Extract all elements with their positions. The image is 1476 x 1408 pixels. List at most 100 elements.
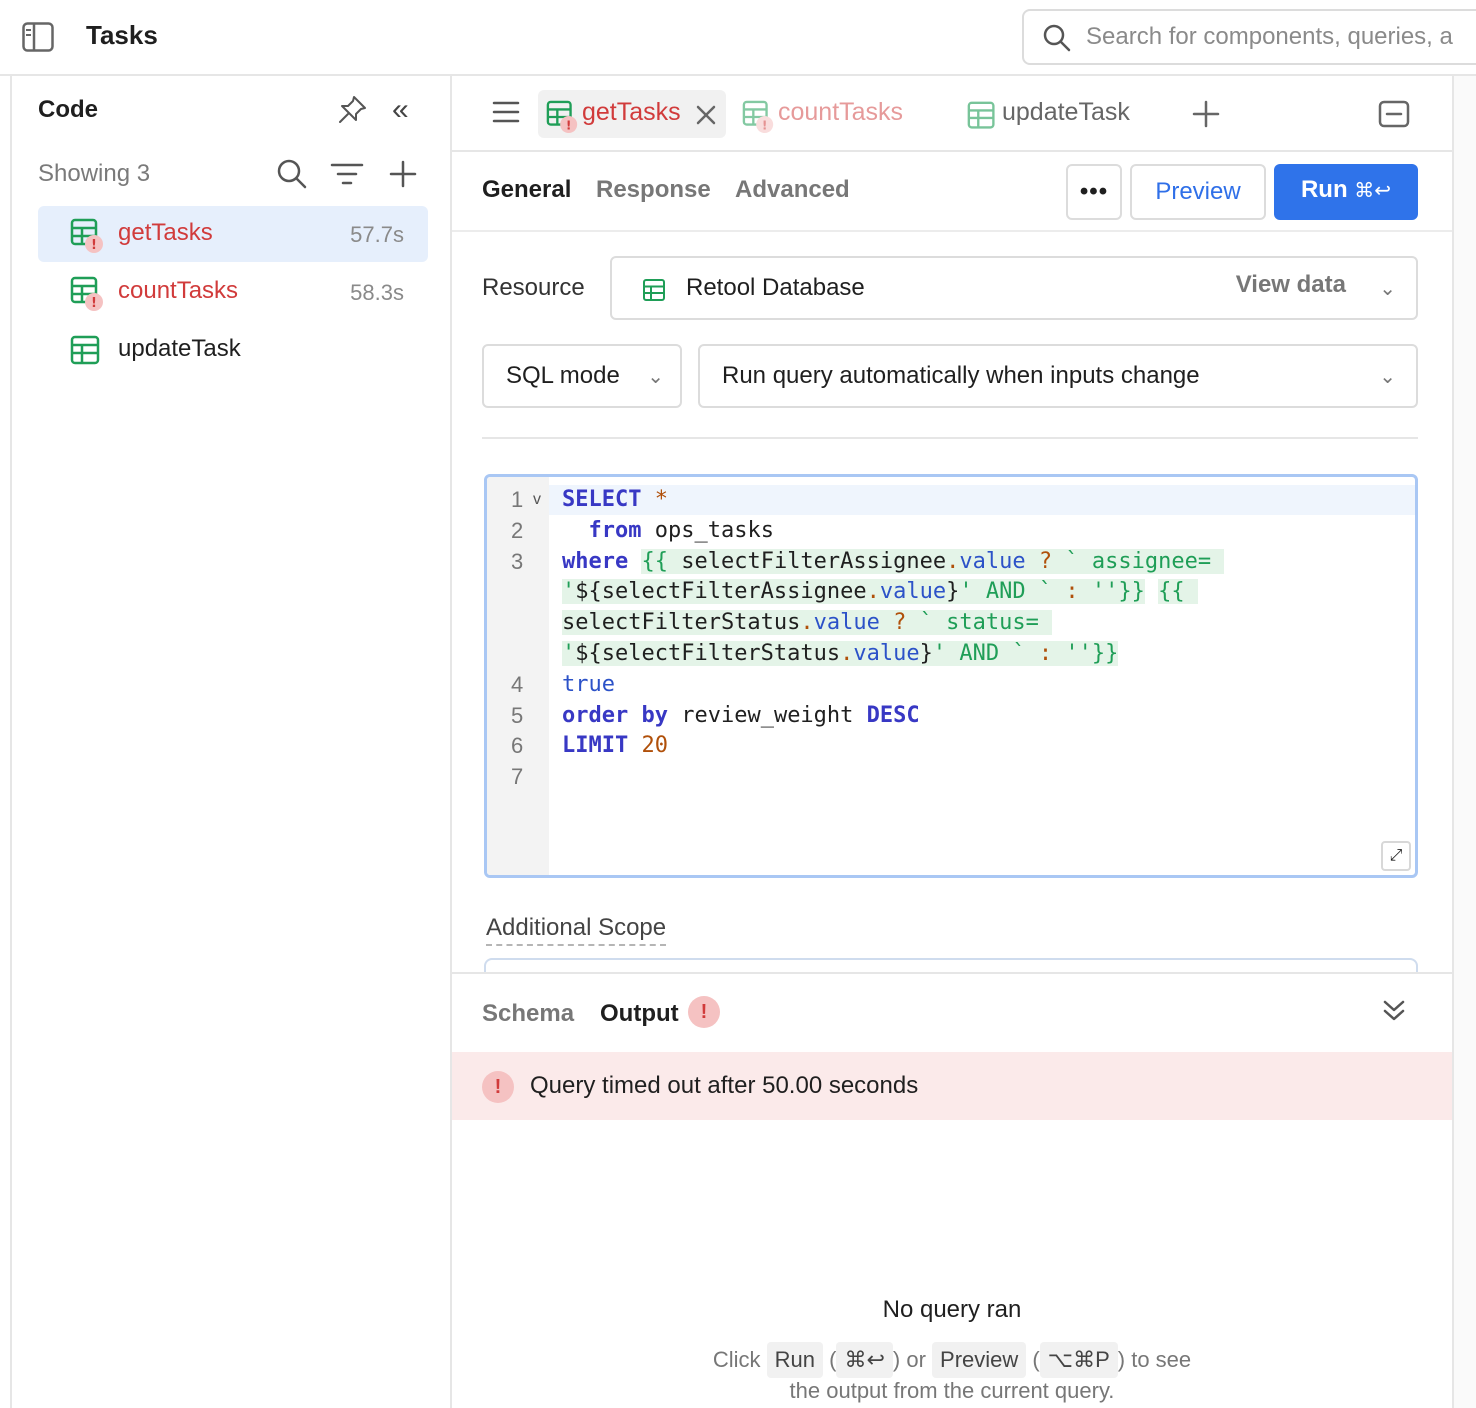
table-icon	[967, 101, 995, 129]
line-number: 7	[511, 764, 524, 789]
showing-count: Showing 3	[38, 160, 151, 187]
add-tab-icon[interactable]	[1192, 100, 1220, 128]
resource-label: Resource	[482, 274, 585, 301]
query-name: getTasks	[118, 219, 213, 246]
hint-text: or	[906, 1347, 926, 1372]
tab-response[interactable]: Response	[596, 176, 711, 204]
query-time: 58.3s	[350, 280, 404, 305]
tab-updatetask[interactable]: updateTask	[958, 90, 1148, 138]
line-gutter: 1 v 2 3 4 5 6 7	[487, 477, 549, 875]
table-error-icon: !	[70, 218, 103, 253]
hint-preview-shortcut: ⌥⌘P	[1039, 1342, 1118, 1378]
preview-button[interactable]: Preview	[1130, 164, 1266, 220]
hint-text: Click	[712, 1347, 761, 1372]
query-editor-panel: ! getTasks ! countTasks updateTask Gener…	[452, 76, 1452, 1408]
resource-name: Retool Database	[686, 274, 865, 301]
svg-text:!: !	[762, 118, 768, 132]
sql-mode-value: SQL mode	[506, 362, 620, 389]
table-error-icon: !	[70, 276, 103, 311]
code-panel-title: Code	[38, 96, 98, 123]
error-badge-icon: !	[688, 996, 720, 1028]
code-line-1: SELECT *	[562, 487, 668, 512]
run-trigger-select[interactable]: Run query automatically when inputs chan…	[698, 344, 1418, 408]
line-number: 4	[511, 672, 524, 697]
run-button[interactable]: Run ⌘↩	[1274, 164, 1418, 220]
menu-icon[interactable]	[492, 100, 520, 124]
tab-gettasks[interactable]: ! getTasks	[538, 90, 726, 138]
code-panel: Code « Showing 3 ! getTasks 57.7s ! coun…	[10, 76, 452, 1408]
canvas-edge	[1452, 76, 1476, 1408]
error-message: Query timed out after 50.00 seconds	[530, 1072, 919, 1099]
chevron-down-icon: ⌄	[1379, 278, 1396, 300]
table-error-icon: !	[742, 100, 774, 134]
query-item-gettasks[interactable]: ! getTasks 57.7s	[38, 206, 428, 262]
additional-scope-label[interactable]: Additional Scope	[486, 914, 667, 946]
divider	[452, 230, 1452, 232]
run-label: Run	[1300, 176, 1348, 203]
top-bar: Tasks	[0, 0, 1476, 76]
more-options-button[interactable]: •••	[1066, 164, 1122, 220]
divider	[482, 437, 1418, 439]
code-line-3: where {{ selectFilterAssignee.value ? ` …	[562, 549, 1225, 574]
query-tab-bar: ! getTasks ! countTasks updateTask	[452, 76, 1452, 152]
tab-label: countTasks	[778, 98, 904, 126]
tab-output[interactable]: Output	[600, 1000, 679, 1028]
page-title: Tasks	[86, 20, 158, 50]
error-banner: ! Query timed out after 50.00 seconds	[452, 1052, 1452, 1120]
view-data-link[interactable]: View data	[1236, 271, 1346, 299]
panel-toggle-icon[interactable]	[22, 22, 54, 52]
table-error-icon: !	[546, 100, 578, 134]
code-line-3-wrap-1: '${selectFilterAssignee.value}' AND ` : …	[562, 579, 1198, 604]
search-icon[interactable]	[276, 158, 308, 190]
search-input[interactable]	[1086, 21, 1476, 53]
active-line-highlight	[549, 485, 1415, 515]
add-query-icon[interactable]	[388, 158, 418, 190]
tab-label: updateTask	[1002, 98, 1130, 126]
tab-counttasks[interactable]: ! countTasks	[734, 90, 924, 138]
query-item-counttasks[interactable]: ! countTasks 58.3s	[38, 264, 428, 320]
collapse-panel-icon[interactable]: «	[392, 95, 409, 125]
tab-general[interactable]: General	[482, 176, 571, 204]
empty-state-title: No query ran	[882, 1296, 1022, 1323]
code-line-5: order by review_weight DESC	[562, 703, 920, 728]
code-line-6: LIMIT 20	[562, 733, 668, 758]
chevron-down-icon: ⌄	[647, 366, 664, 388]
hint-preview-key: Preview	[932, 1342, 1027, 1378]
code-line-2: from ops_tasks	[588, 518, 774, 543]
expand-editor-icon[interactable]: ⤢	[1381, 841, 1411, 871]
query-name: countTasks	[118, 277, 239, 304]
pin-icon[interactable]	[336, 94, 368, 126]
tab-advanced[interactable]: Advanced	[735, 176, 850, 204]
empty-state-hint: Click Run (⌘↩) or Preview (⌥⌘P) to see	[452, 1342, 1452, 1378]
query-name: updateTask	[118, 335, 241, 362]
error-icon: !	[482, 1071, 514, 1103]
filter-icon[interactable]	[330, 158, 364, 190]
run-shortcut: ⌘↩	[1354, 178, 1392, 202]
tab-label: getTasks	[582, 98, 681, 126]
tab-schema[interactable]: Schema	[482, 1000, 574, 1028]
collapse-down-icon[interactable]	[1380, 996, 1408, 1026]
run-trigger-value: Run query automatically when inputs chan…	[722, 362, 1200, 389]
minimize-panel-icon[interactable]	[1378, 100, 1410, 128]
code-line-3-wrap-2: selectFilterStatus.value ? ` status=	[562, 610, 1053, 635]
line-number: 2	[511, 518, 524, 543]
empty-state-hint-line2: the output from the current query.	[789, 1378, 1115, 1403]
query-time: 57.7s	[350, 222, 404, 247]
sql-mode-select[interactable]: SQL mode ⌄	[482, 344, 682, 408]
line-number: 5	[511, 703, 524, 728]
svg-text:!: !	[566, 118, 572, 132]
table-icon	[643, 279, 665, 301]
search-box[interactable]	[1022, 9, 1476, 65]
fold-icon[interactable]: v	[533, 491, 541, 509]
query-item-updatetask[interactable]: updateTask	[38, 322, 428, 378]
svg-text:!: !	[91, 296, 97, 311]
line-number: 3	[511, 549, 524, 574]
code-line-3-wrap-3: '${selectFilterStatus.value}' AND ` : ''…	[562, 641, 1119, 666]
close-icon[interactable]	[696, 105, 716, 125]
hint-text: to see	[1131, 1347, 1192, 1372]
hint-run-shortcut: ⌘↩	[836, 1342, 893, 1378]
line-number: 6	[511, 733, 524, 758]
sql-editor[interactable]: 1 v 2 3 4 5 6 7 SELECT * from ops_tasks …	[484, 474, 1418, 878]
resource-select[interactable]: Retool Database View data ⌄	[610, 256, 1418, 320]
output-pane: Schema Output ! ! Query timed out after …	[452, 972, 1452, 1408]
